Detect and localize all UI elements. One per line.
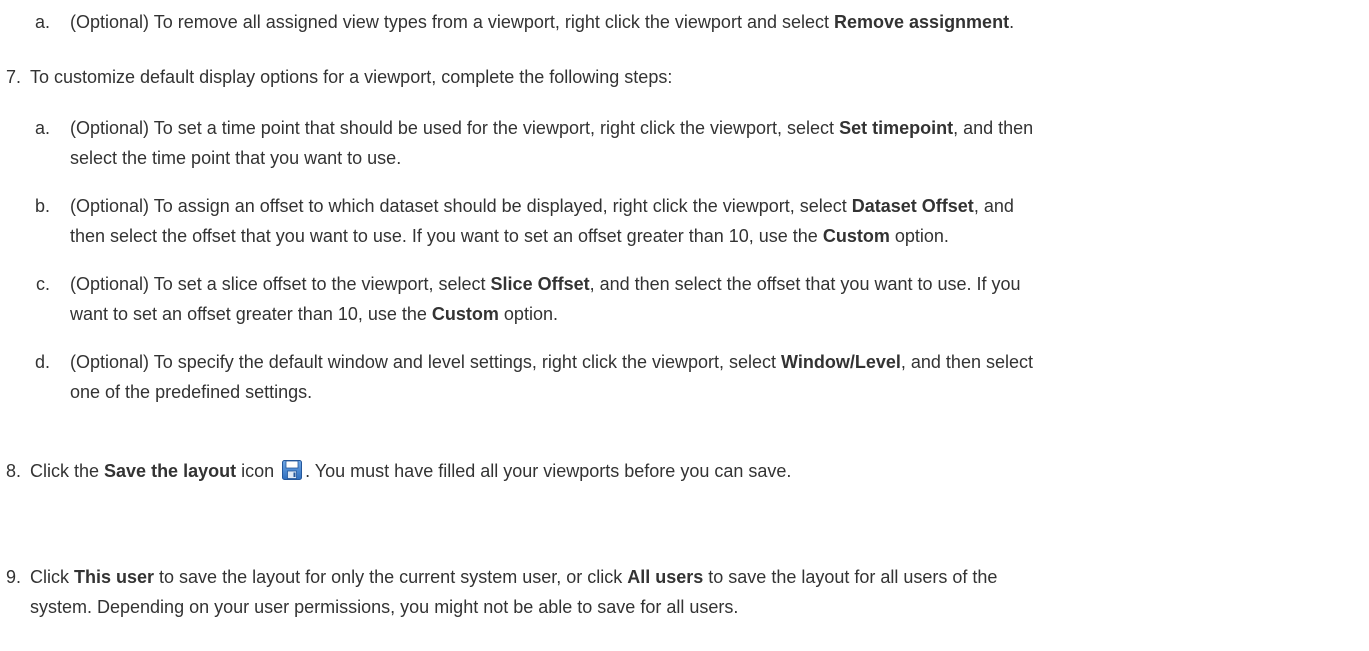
ui-term: Slice Offset <box>490 274 590 294</box>
step-8: 8. Click the Save the layout icon . You … <box>0 456 1369 486</box>
step-6a: a. (Optional) To remove all assigned vie… <box>0 7 1369 37</box>
step-7b: b. (Optional) To assign an offset to whi… <box>0 191 1369 251</box>
step-9: 9. Click This user to save the layout fo… <box>0 562 1369 622</box>
step-text: Click the Save the layout icon . You mus… <box>30 456 791 486</box>
step-7c: c. (Optional) To set a slice offset to t… <box>0 269 1369 329</box>
ui-term: Save the layout <box>104 461 237 481</box>
step-marker: b. <box>34 196 50 216</box>
text-run: icon <box>236 461 280 481</box>
step-text-line2: system. Depending on your user permissio… <box>30 597 739 617</box>
text-run: (Optional) To remove all assigned view t… <box>70 12 834 32</box>
step-text: (Optional) To remove all assigned view t… <box>70 7 1014 37</box>
ui-term: This user <box>74 567 155 587</box>
text-run: want to set an offset greater than 10, u… <box>70 304 432 324</box>
text-run: . <box>1009 12 1015 32</box>
text-run: to save the layout for all users of the <box>703 567 998 587</box>
step-text: (Optional) To set a time point that shou… <box>70 113 1033 143</box>
text-run: (Optional) To specify the default window… <box>70 352 782 372</box>
save-icon <box>281 459 303 481</box>
step-marker: c. <box>35 274 50 294</box>
step-7a: a. (Optional) To set a time point that s… <box>0 113 1369 173</box>
step-marker: 8. <box>5 461 21 481</box>
step-marker: 7. <box>5 67 21 87</box>
ui-term: Window/Level <box>781 352 901 372</box>
ui-term: Dataset Offset <box>851 196 974 216</box>
ui-term: Custom <box>822 226 890 246</box>
step-7d: d. (Optional) To specify the default win… <box>0 347 1369 407</box>
step-text: (Optional) To assign an offset to which … <box>70 191 1014 221</box>
text-run: (Optional) To assign an offset to which … <box>70 196 852 216</box>
step-marker: 9. <box>5 567 21 587</box>
step-text: To customize default display options for… <box>30 67 673 87</box>
text-run: , and <box>973 196 1014 216</box>
text-run: then select the offset that you want to … <box>70 226 823 246</box>
ui-term: Set timepoint <box>839 118 954 138</box>
text-run: (Optional) To set a slice offset to the … <box>70 274 491 294</box>
text-run: . You must have filled all your viewport… <box>305 461 792 481</box>
text-run: Click <box>30 567 74 587</box>
text-run: , and then select <box>900 352 1033 372</box>
ui-term: Remove assignment <box>834 12 1010 32</box>
ui-term: Custom <box>431 304 499 324</box>
step-marker: a. <box>34 118 50 138</box>
text-run: to save the layout for only the current … <box>154 567 628 587</box>
step-text-line2: select the time point that you want to u… <box>70 148 402 168</box>
step-text-line2: want to set an offset greater than 10, u… <box>70 299 558 329</box>
step-marker: d. <box>34 352 50 372</box>
step-text: Click This user to save the layout for o… <box>30 562 997 592</box>
step-text: (Optional) To specify the default window… <box>70 347 1033 377</box>
text-run: (Optional) To set a time point that shou… <box>70 118 840 138</box>
text-run: option. <box>889 226 949 246</box>
step-text: (Optional) To set a slice offset to the … <box>70 269 1021 299</box>
step-7: 7. To customize default display options … <box>0 62 1369 92</box>
step-text-line2: then select the offset that you want to … <box>70 221 949 251</box>
text-run: Click the <box>30 461 105 481</box>
ui-term: All users <box>627 567 704 587</box>
text-run: , and then <box>953 118 1034 138</box>
text-run: option. <box>498 304 558 324</box>
step-text-line2: one of the predefined settings. <box>70 382 313 402</box>
text-run: , and then select the offset that you wa… <box>589 274 1021 294</box>
step-marker: a. <box>34 12 50 32</box>
